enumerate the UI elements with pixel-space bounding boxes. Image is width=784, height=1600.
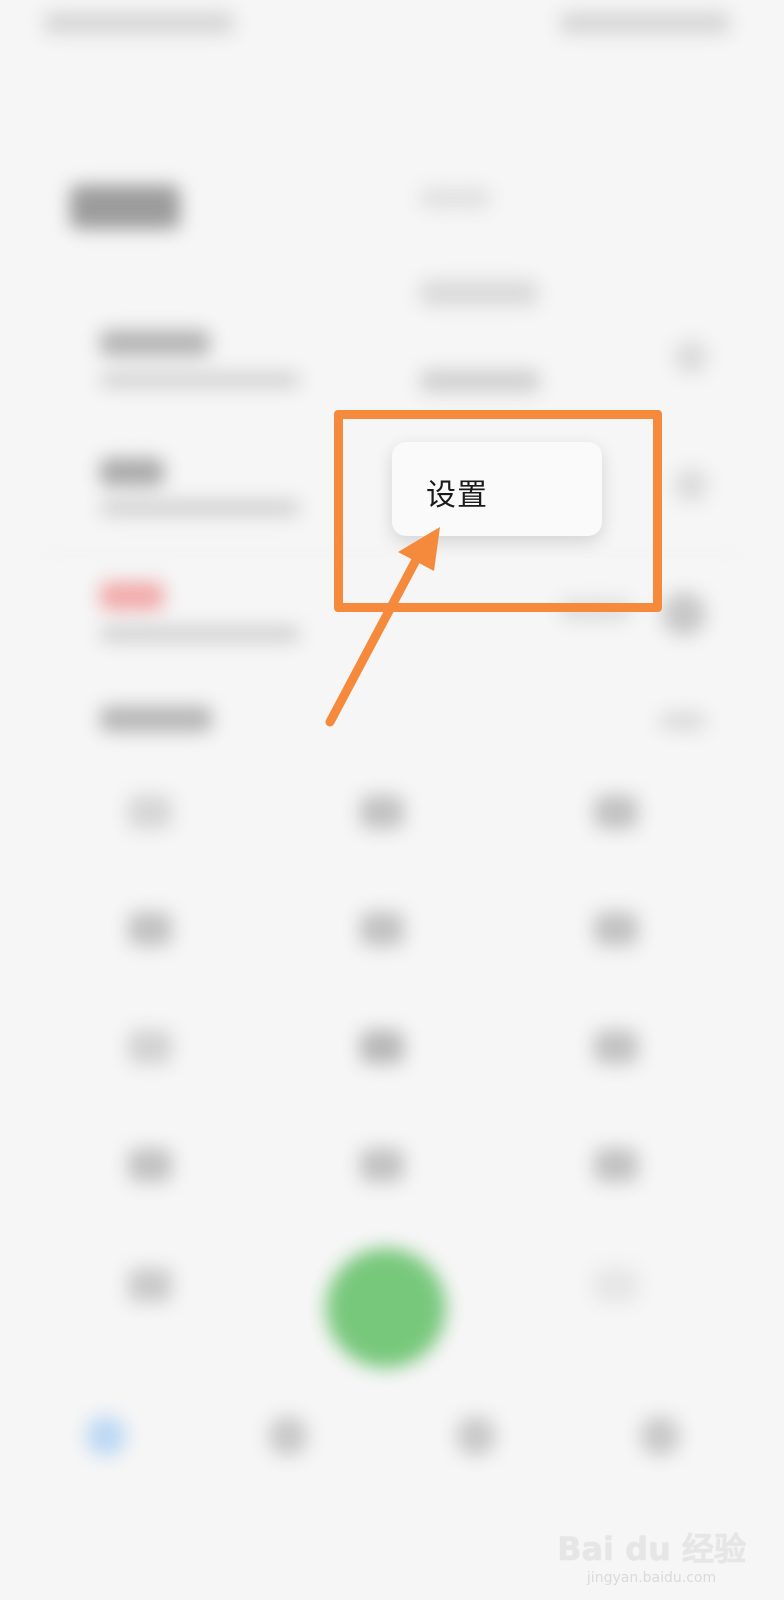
watermark-brand: Bai du 经验 [557, 1530, 746, 1568]
watermark: Bai du 经验 jingyan.baidu.com [557, 1524, 746, 1586]
annotation-arrow-icon [325, 527, 440, 727]
watermark-url: jingyan.baidu.com [586, 1570, 717, 1586]
phone-dialer-screen: 设置 Bai du 经验 jingyan.baidu.com [0, 0, 784, 1600]
